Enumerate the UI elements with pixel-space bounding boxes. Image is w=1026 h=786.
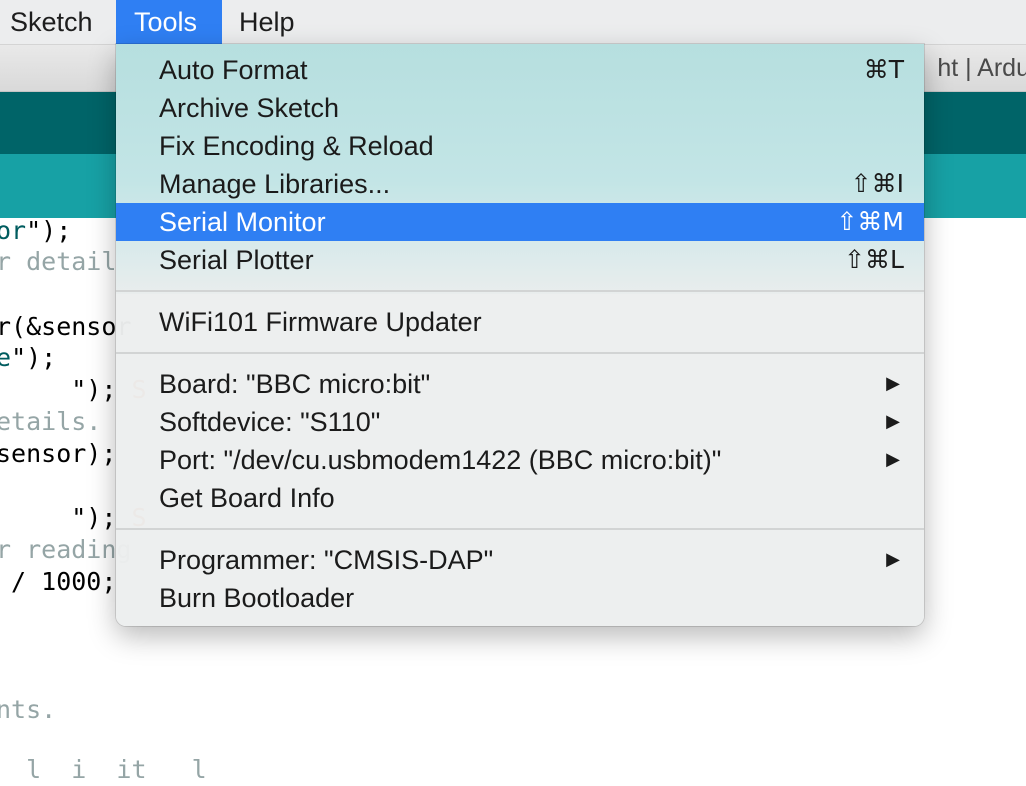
shortcut-label: ⇧⌘L bbox=[844, 245, 904, 274]
menu-item-board[interactable]: Board: "BBC micro:bit" ▶ bbox=[116, 365, 924, 403]
menu-item-fix-encoding[interactable]: Fix Encoding & Reload bbox=[116, 127, 924, 165]
menubar-tools[interactable]: Tools bbox=[116, 0, 222, 44]
code-line: r(&sensor bbox=[0, 312, 132, 341]
menu-item-burn-bootloader[interactable]: Burn Bootloader bbox=[116, 579, 924, 617]
menu-item-wifi101-updater[interactable]: WiFi101 Firmware Updater bbox=[116, 303, 924, 341]
code-line: nts. bbox=[0, 695, 57, 724]
menu-item-get-board-info[interactable]: Get Board Info bbox=[116, 479, 924, 517]
submenu-arrow-icon: ▶ bbox=[886, 411, 900, 432]
code-line: / 1000; bbox=[0, 567, 117, 596]
menu-item-port[interactable]: Port: "/dev/cu.usbmodem1422 (BBC micro:b… bbox=[116, 441, 924, 479]
submenu-arrow-icon: ▶ bbox=[886, 373, 900, 394]
menu-item-programmer[interactable]: Programmer: "CMSIS-DAP" ▶ bbox=[116, 541, 924, 579]
submenu-arrow-icon: ▶ bbox=[886, 449, 900, 470]
menu-separator bbox=[116, 528, 924, 530]
shortcut-label: ⇧⌘M bbox=[836, 207, 904, 236]
submenu-arrow-icon: ▶ bbox=[886, 549, 900, 570]
code-line: r details bbox=[0, 247, 132, 276]
code-line: r reading bbox=[0, 535, 132, 564]
menu-separator bbox=[116, 352, 924, 354]
menubar-sketch[interactable]: Sketch bbox=[0, 0, 114, 44]
menu-item-serial-monitor[interactable]: Serial Monitor ⇧⌘M bbox=[116, 203, 924, 241]
menu-item-archive-sketch[interactable]: Archive Sketch bbox=[116, 89, 924, 127]
shortcut-label: ⇧⌘I bbox=[850, 169, 904, 198]
code-line: e"); bbox=[0, 343, 57, 372]
menu-item-serial-plotter[interactable]: Serial Plotter ⇧⌘L bbox=[116, 241, 924, 279]
menu-separator bbox=[116, 290, 924, 292]
shortcut-label: ⌘T bbox=[863, 55, 904, 84]
code-line: sensor); bbox=[0, 439, 117, 468]
menu-item-manage-libraries[interactable]: Manage Libraries... ⇧⌘I bbox=[116, 165, 924, 203]
menu-bar: Sketch Tools Help bbox=[0, 0, 1026, 45]
menu-item-softdevice[interactable]: Softdevice: "S110" ▶ bbox=[116, 403, 924, 441]
code-line: l i it l bbox=[0, 755, 207, 784]
code-line: or"); bbox=[0, 216, 72, 245]
window-title: ht | Ardu bbox=[937, 54, 1026, 82]
code-line: etails. bbox=[0, 407, 102, 436]
menubar-help[interactable]: Help bbox=[229, 0, 309, 44]
menu-item-auto-format[interactable]: Auto Format ⌘T bbox=[116, 51, 924, 89]
tools-menu: Auto Format ⌘T Archive Sketch Fix Encodi… bbox=[116, 44, 924, 626]
